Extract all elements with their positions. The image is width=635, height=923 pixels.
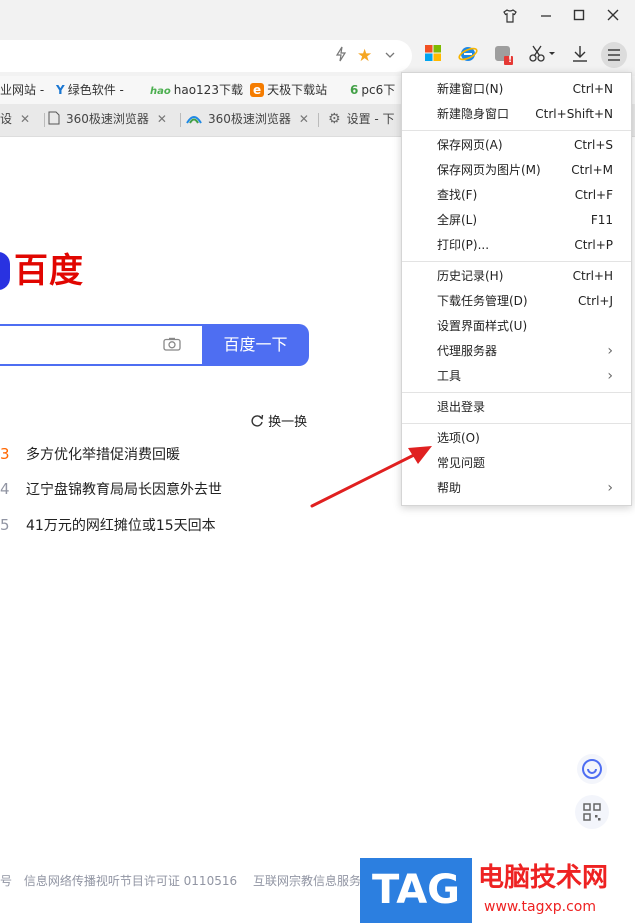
tag-logo-text: TAG bbox=[372, 867, 460, 913]
watermark-url: www.tagxp.com bbox=[484, 899, 596, 915]
annotation-arrow bbox=[310, 446, 432, 508]
site-watermark: TAG 电脑技术网 www.tagxp.com bbox=[360, 858, 635, 923]
watermark-site-name: 电脑技术网 bbox=[478, 863, 609, 893]
